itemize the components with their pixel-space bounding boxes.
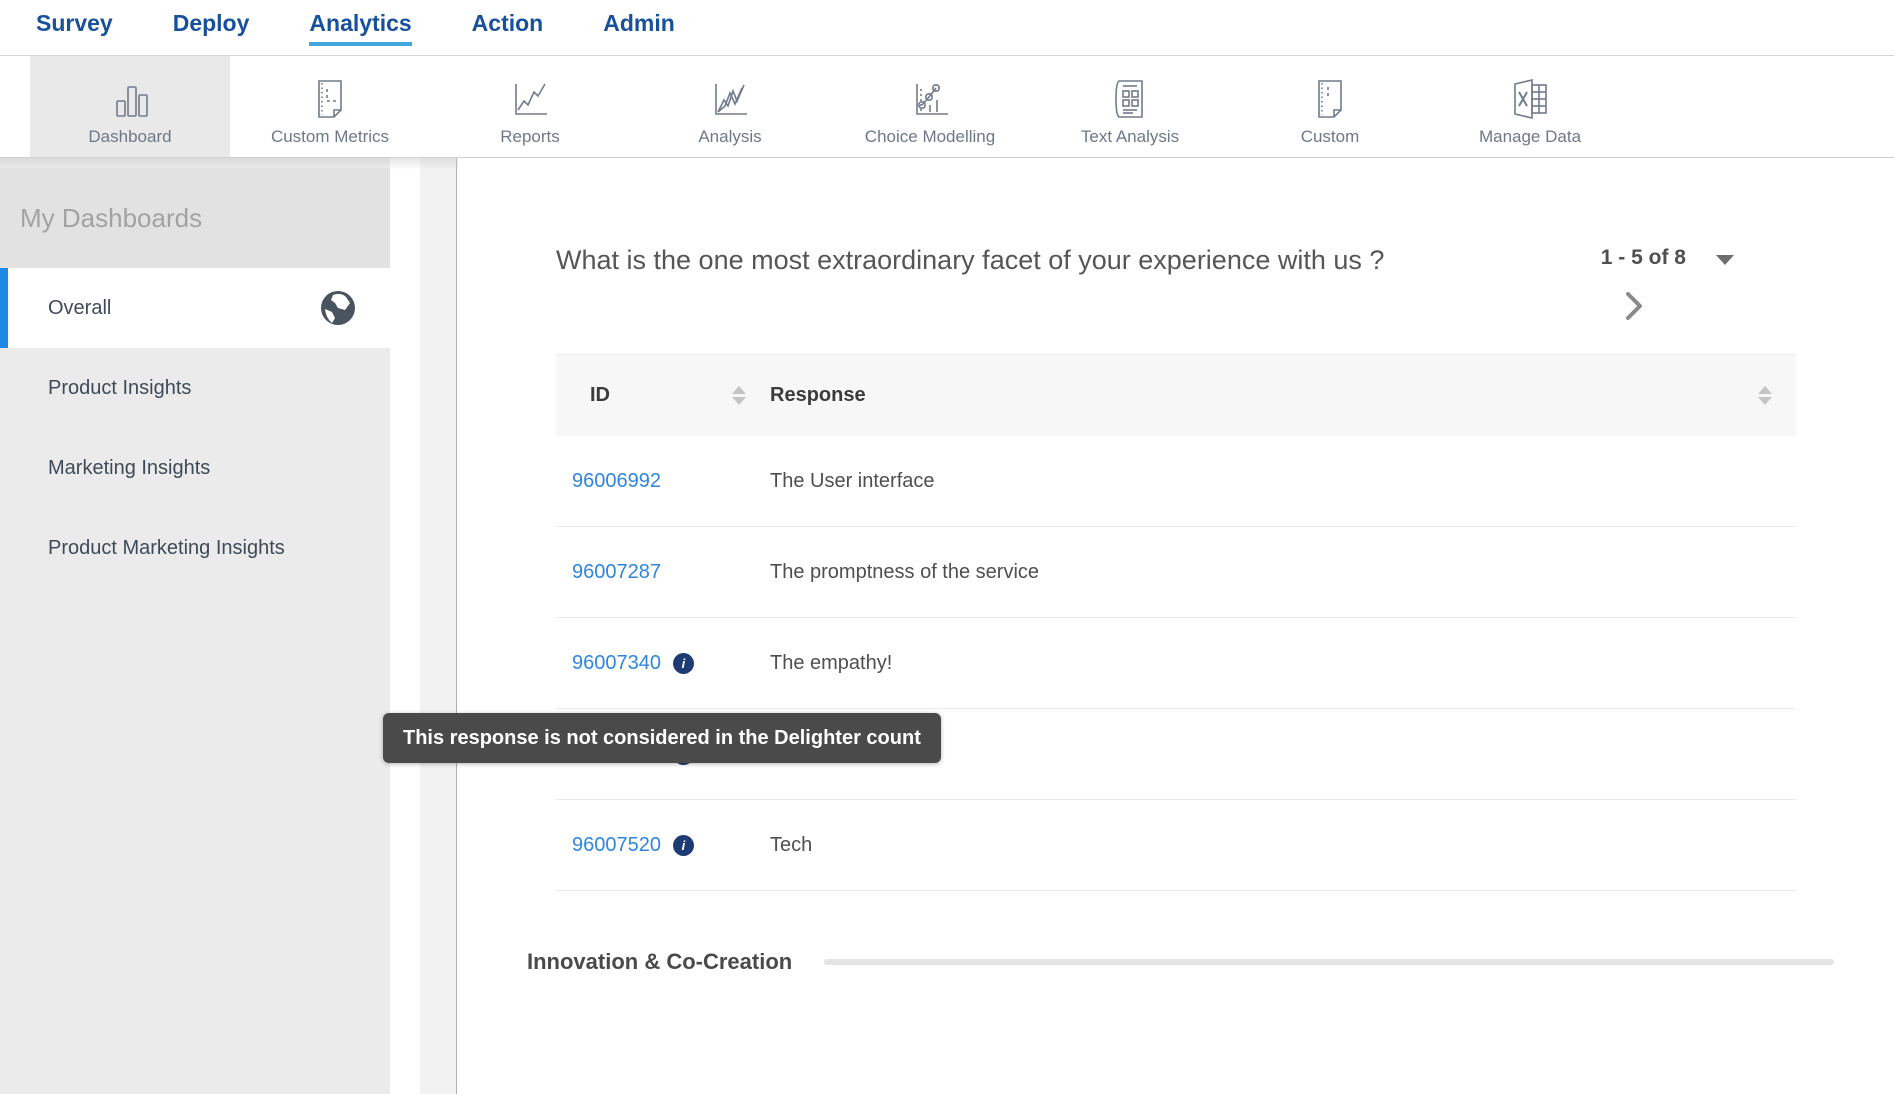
- info-icon[interactable]: i: [673, 653, 694, 674]
- column-header-id: ID: [590, 384, 610, 407]
- question-title: What is the one most extraordinary facet…: [556, 238, 1384, 282]
- section-title: Innovation & Co-Creation: [527, 949, 792, 975]
- tab-reports[interactable]: Reports: [430, 56, 630, 157]
- sidebar-item-product-insights[interactable]: Product Insights: [0, 348, 390, 428]
- tab-label: Custom: [1301, 127, 1360, 147]
- pagination-range-label: 1 - 5 of 8: [1601, 246, 1686, 270]
- next-page-button[interactable]: [1623, 290, 1653, 322]
- top-nav: Survey Deploy Analytics Action Admin: [0, 0, 1894, 56]
- delighter-tooltip: This response is not considered in the D…: [383, 713, 941, 763]
- custom-doc-icon: [1306, 73, 1354, 125]
- scrollbar-track[interactable]: [420, 158, 457, 1094]
- tab-label: Choice Modelling: [865, 127, 995, 147]
- sidebar-item-label: Product Marketing Insights: [48, 537, 285, 560]
- response-text: Tech: [770, 834, 1796, 857]
- nav-item-admin[interactable]: Admin: [603, 10, 675, 46]
- sidebar-item-label: Marketing Insights: [48, 457, 210, 480]
- response-id-link[interactable]: 96007287: [572, 561, 661, 584]
- dashboard-list: Overall Product Insights Marketing Insig…: [0, 268, 390, 588]
- tab-custom[interactable]: Custom: [1230, 56, 1430, 157]
- tab-dashboard[interactable]: Dashboard: [30, 56, 230, 157]
- section-divider: [824, 959, 1834, 965]
- response-id-link[interactable]: 96007340: [572, 652, 661, 675]
- analytics-toolbar: Dashboard Custom Metrics Reports Analysi…: [0, 56, 1894, 158]
- nav-item-action[interactable]: Action: [472, 10, 544, 46]
- app-window: Survey Deploy Analytics Action Admin Das…: [0, 0, 1894, 1094]
- sidebar-header: My Dashboards: [0, 168, 390, 268]
- sort-icon[interactable]: [1758, 386, 1772, 405]
- tab-label: Manage Data: [1479, 127, 1581, 147]
- response-text: The promptness of the service: [770, 561, 1796, 584]
- reports-line-chart-icon: [506, 73, 554, 125]
- bar-chart-icon: [106, 73, 154, 125]
- response-text: The User interface: [770, 470, 1796, 493]
- choice-modelling-scatter-icon: [906, 73, 954, 125]
- tab-analysis[interactable]: Analysis: [630, 56, 830, 157]
- sidebar-item-marketing-insights[interactable]: Marketing Insights: [0, 428, 390, 508]
- sidebar-item-product-marketing-insights[interactable]: Product Marketing Insights: [0, 508, 390, 588]
- responses-table: ID Response 96006992 The User interface: [556, 354, 1796, 891]
- tab-label: Text Analysis: [1081, 127, 1179, 147]
- sidebar-item-label: Overall: [48, 297, 111, 320]
- tab-label: Custom Metrics: [271, 127, 389, 147]
- sidebar-item-label: Product Insights: [48, 377, 191, 400]
- section-header: Innovation & Co-Creation: [527, 949, 1834, 975]
- pagination-range-dropdown[interactable]: 1 - 5 of 8: [1601, 246, 1734, 270]
- table-row: 96007287 The promptness of the service: [556, 527, 1796, 618]
- tab-choice-modelling[interactable]: Choice Modelling: [830, 56, 1030, 157]
- caret-down-icon: [1716, 255, 1734, 265]
- sidebar-gutter: [390, 158, 420, 1094]
- dashboards-sidebar: My Dashboards Overall Product Insights M…: [0, 158, 390, 1094]
- response-id-link[interactable]: 96007520: [572, 834, 661, 857]
- custom-metrics-doc-icon: [306, 73, 354, 125]
- nav-item-deploy[interactable]: Deploy: [173, 10, 250, 46]
- tab-text-analysis[interactable]: Text Analysis: [1030, 56, 1230, 157]
- analysis-multiline-icon: [706, 73, 754, 125]
- dashboard-content: What is the one most extraordinary facet…: [457, 158, 1894, 1094]
- column-header-response: Response: [770, 384, 866, 407]
- table-row: 96007520 i Tech: [556, 800, 1796, 891]
- tab-label: Analysis: [698, 127, 761, 147]
- tab-custom-metrics[interactable]: Custom Metrics: [230, 56, 430, 157]
- sidebar-item-overall[interactable]: Overall: [0, 268, 390, 348]
- tab-label: Reports: [500, 127, 560, 147]
- tab-manage-data[interactable]: Manage Data: [1430, 56, 1630, 157]
- nav-item-analytics[interactable]: Analytics: [309, 10, 411, 46]
- info-icon[interactable]: i: [673, 835, 694, 856]
- sort-icon[interactable]: [732, 386, 746, 405]
- table-header-row: ID Response: [556, 354, 1796, 436]
- table-row: 96006992 The User interface: [556, 436, 1796, 527]
- response-text: The empathy!: [770, 652, 1796, 675]
- nav-item-survey[interactable]: Survey: [36, 10, 113, 46]
- tab-label: Dashboard: [88, 127, 171, 147]
- text-analysis-doc-grid-icon: [1106, 73, 1154, 125]
- pagination: 1 - 5 of 8: [1601, 238, 1734, 322]
- response-id-link[interactable]: 96006992: [572, 470, 661, 493]
- globe-icon: [320, 290, 356, 326]
- table-row: 96007340 i The empathy!: [556, 618, 1796, 709]
- excel-grid-icon: [1506, 73, 1554, 125]
